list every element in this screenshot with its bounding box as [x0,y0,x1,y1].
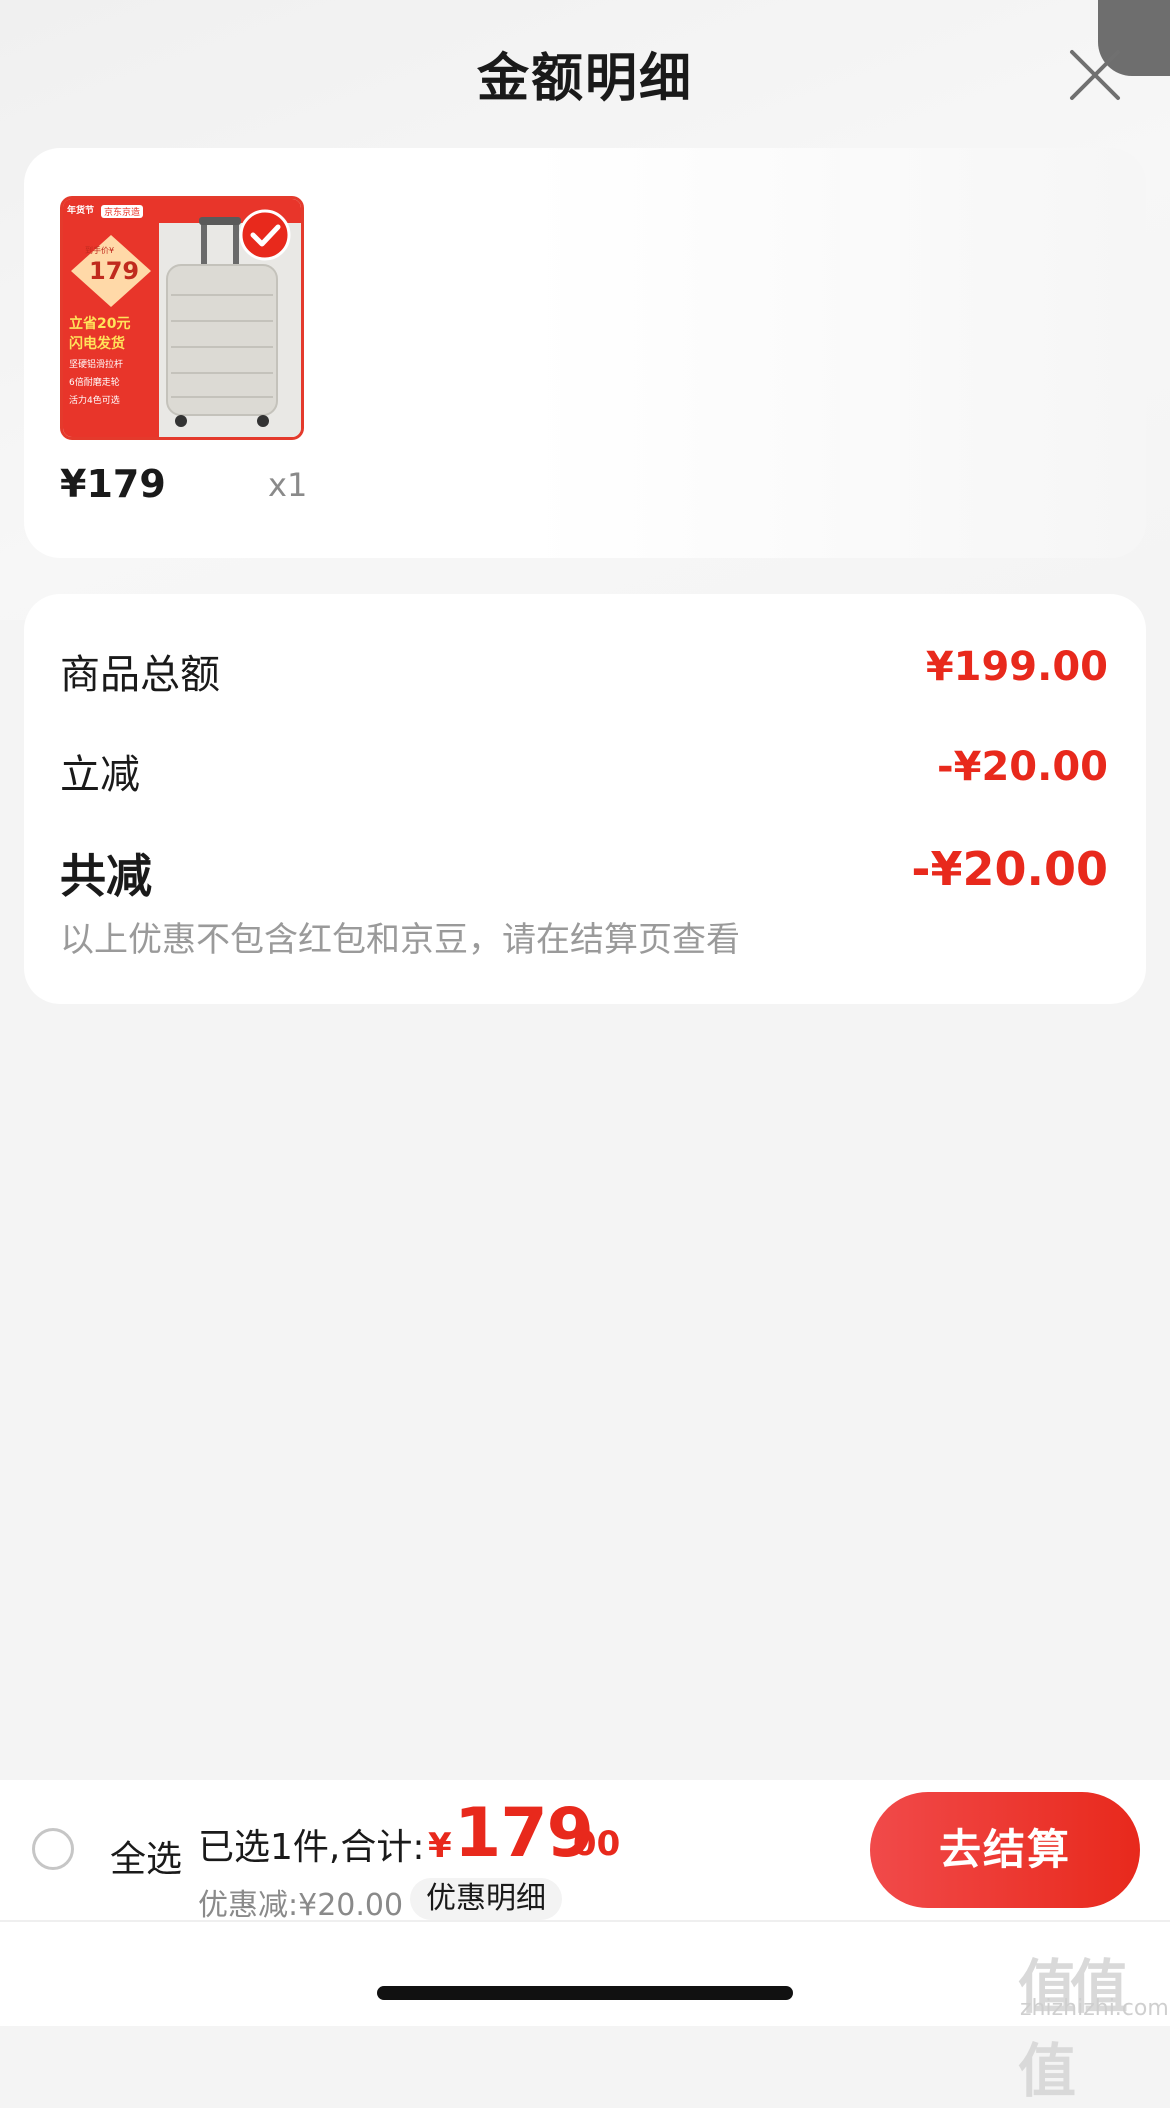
watermark-url: zhizhizhi.com [1020,1996,1169,2021]
close-icon [1070,50,1120,100]
page-title: 金额明细 [476,49,693,109]
checkout-button[interactable]: 去结算 [870,1792,1140,1908]
product-quantity: x1 [268,466,308,504]
selected-summary: 已选1件,合计: [198,1827,425,1868]
close-button[interactable] [1066,46,1124,104]
discount-note: 以上优惠不包含红包和京豆，请在结算页查看 [60,920,740,960]
product-thumbnail[interactable]: 年货节 京东京造 到手价¥ 179 立省20元 闪电发货 坚硬铝滑拉杆 6倍耐磨… [60,196,304,440]
select-all-checkbox[interactable] [32,1828,74,1870]
instant-discount-value: -¥20.00 [937,744,1108,790]
total-discount-label: 共减 [60,849,152,903]
subtotal-label: 商品总额 [60,652,220,698]
image-feature-1: 坚硬铝滑拉杆 [69,360,124,370]
home-indicator [377,1986,793,2000]
select-all-label[interactable]: 全选 [110,1830,182,1882]
total-price-decimal: .00 [560,1824,621,1864]
product-price: ¥179 [60,462,166,506]
image-feature-2: 6倍耐磨走轮 [69,378,120,388]
watermark-logo: 值值值 [1018,1953,1128,2105]
image-promo-line-2: 闪电发货 [69,336,125,352]
image-promo-line-1: 立省20元 [69,316,131,332]
instant-discount-label: 立减 [60,752,140,798]
total-currency: ¥ [428,1826,452,1866]
image-feature-3: 活力4色可选 [69,396,120,406]
total-discount-value: -¥20.00 [911,842,1108,896]
bar-divider [0,1920,1170,1922]
discount-summary: 优惠减:¥20.00 [198,1888,404,1923]
image-badge-left: 年货节 [67,206,95,216]
subtotal-value: ¥199.00 [925,644,1108,690]
image-badge-right: 京东京造 [101,205,144,218]
image-tag-price: 179 [89,257,140,285]
discount-detail-button[interactable]: 优惠明细 [410,1878,562,1920]
image-tag-price-prefix: 到手价¥ [85,246,115,255]
